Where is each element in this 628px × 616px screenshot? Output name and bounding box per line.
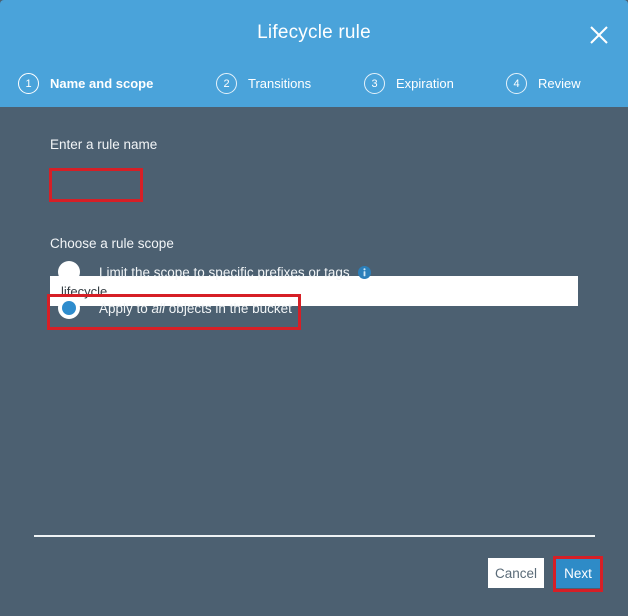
step-transitions[interactable]: 2 Transitions xyxy=(216,68,311,98)
scope-option-label: Apply to all objects in the bucket xyxy=(99,301,292,316)
step-name-and-scope[interactable]: 1 Name and scope xyxy=(18,68,153,98)
step-label: Expiration xyxy=(396,75,454,91)
step-label: Transitions xyxy=(248,75,312,91)
dialog-body: Enter a rule name Choose a rule scope Li… xyxy=(0,107,628,616)
step-number: 4 xyxy=(506,72,527,94)
scope-option-all-objects[interactable]: Apply to all objects in the bucket xyxy=(58,297,292,319)
rule-scope-label: Choose a rule scope xyxy=(50,236,174,251)
footer-divider xyxy=(34,535,595,537)
scope-label-suffix: objects in the bucket xyxy=(165,300,292,316)
lifecycle-rule-dialog: Lifecycle rule 1 Name and scope 2 Transi… xyxy=(0,0,628,616)
scope-label-prefix: Apply to xyxy=(99,300,152,316)
step-number: 3 xyxy=(364,72,385,94)
radio-prefixes-or-tags[interactable] xyxy=(58,261,80,283)
step-number: 1 xyxy=(18,72,39,94)
step-indicator: 1 Name and scope 2 Transitions 3 Expirat… xyxy=(0,68,628,100)
step-label: Review xyxy=(538,75,581,91)
close-icon[interactable] xyxy=(584,20,614,50)
step-review[interactable]: 4 Review xyxy=(506,68,581,98)
dialog-title: Lifecycle rule xyxy=(257,22,371,43)
cancel-button[interactable]: Cancel xyxy=(488,558,544,588)
step-number: 2 xyxy=(216,72,237,94)
step-label: Name and scope xyxy=(50,75,154,91)
info-icon[interactable] xyxy=(357,265,371,279)
next-button[interactable]: Next xyxy=(556,558,600,588)
dialog-header: Lifecycle rule 1 Name and scope 2 Transi… xyxy=(0,0,628,107)
scope-label-emphasis: all xyxy=(151,300,166,316)
radio-all-objects[interactable] xyxy=(58,297,80,319)
scope-option-prefixes-or-tags[interactable]: Limit the scope to specific prefixes or … xyxy=(58,261,371,283)
step-expiration[interactable]: 3 Expiration xyxy=(364,68,454,98)
scope-option-label: Limit the scope to specific prefixes or … xyxy=(99,264,350,280)
rule-name-label: Enter a rule name xyxy=(50,137,158,152)
